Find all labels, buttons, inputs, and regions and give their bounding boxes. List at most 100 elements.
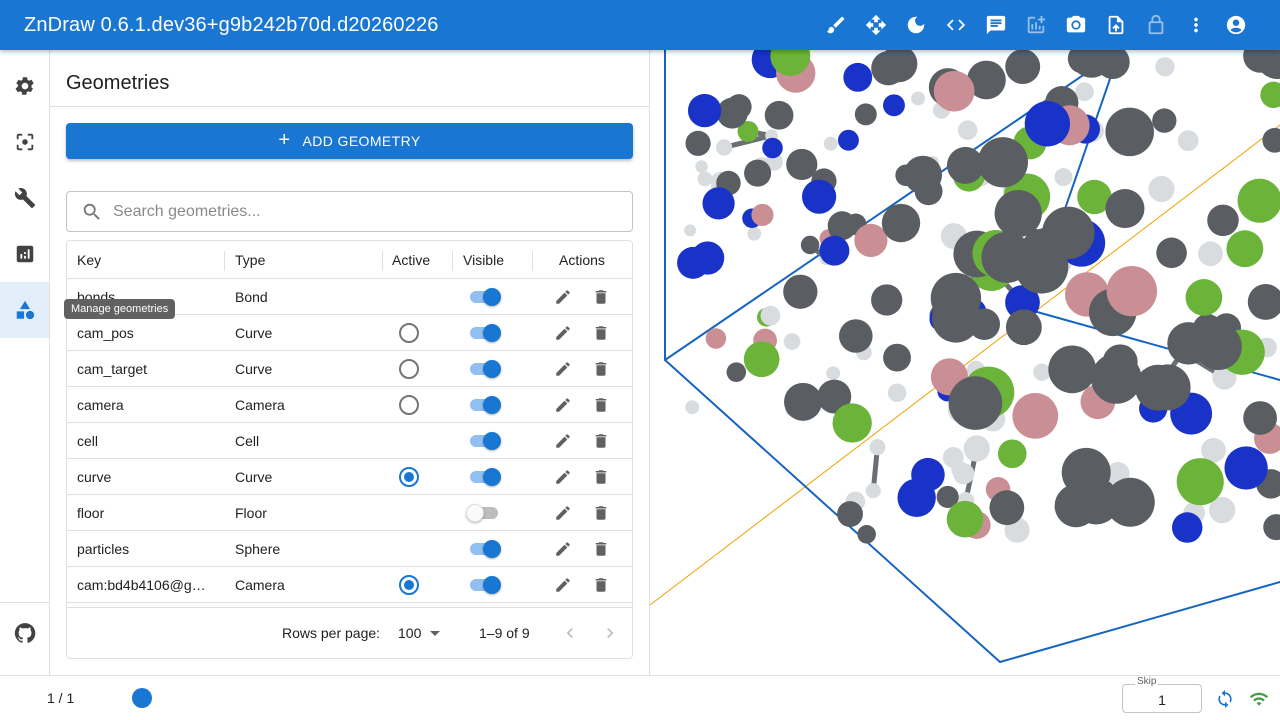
sync-icon[interactable] — [1215, 689, 1235, 709]
row-key: particles — [77, 541, 130, 557]
column-separator[interactable] — [532, 251, 533, 271]
visible-toggle[interactable] — [469, 324, 501, 342]
visible-toggle[interactable] — [469, 360, 501, 378]
edit-icon[interactable] — [554, 432, 572, 450]
dark-mode-icon[interactable] — [896, 5, 936, 45]
analytics-icon[interactable] — [0, 226, 49, 282]
atom — [839, 319, 873, 353]
delete-icon[interactable] — [592, 432, 610, 450]
brush-icon[interactable] — [816, 5, 856, 45]
edit-icon[interactable] — [554, 504, 572, 522]
atom — [881, 203, 921, 243]
delete-icon[interactable] — [592, 324, 610, 342]
visible-toggle[interactable] — [466, 504, 499, 522]
visible-toggle[interactable] — [469, 468, 501, 486]
move-icon[interactable] — [856, 5, 896, 45]
delete-icon[interactable] — [592, 360, 610, 378]
atom — [963, 435, 990, 462]
table-row[interactable]: particles Sphere — [67, 531, 632, 567]
table-row[interactable]: cam_pos Curve — [67, 315, 632, 351]
visible-toggle[interactable] — [469, 540, 501, 558]
atom — [1156, 237, 1187, 269]
app-title: ZnDraw 0.6.1.dev36+g9b242b70d.d20260226 — [24, 13, 439, 36]
table-row[interactable]: floor Floor — [67, 495, 632, 531]
atom — [1054, 168, 1073, 187]
account-icon[interactable] — [1216, 5, 1256, 45]
active-radio[interactable] — [399, 467, 419, 487]
table-row[interactable]: cell Cell — [67, 423, 632, 459]
camera-icon[interactable] — [1056, 5, 1096, 45]
atom — [857, 525, 876, 544]
center-focus-icon[interactable] — [0, 114, 49, 170]
visible-toggle[interactable] — [469, 432, 501, 450]
atom — [1012, 393, 1059, 439]
edit-icon[interactable] — [554, 288, 572, 306]
upload-icon[interactable] — [1096, 5, 1136, 45]
atom — [897, 478, 936, 517]
table-row[interactable]: cam_target Curve — [67, 351, 632, 387]
delete-icon[interactable] — [592, 576, 610, 594]
table-row[interactable]: camera Camera — [67, 387, 632, 423]
visible-toggle[interactable] — [469, 576, 501, 594]
github-icon[interactable] — [0, 605, 49, 661]
column-actions: Actions — [559, 252, 605, 268]
edit-icon[interactable] — [554, 468, 572, 486]
rows-per-page-select[interactable]: 100 — [398, 625, 441, 641]
edit-icon[interactable] — [554, 576, 572, 594]
edit-icon[interactable] — [554, 540, 572, 558]
molecule-scene[interactable] — [650, 50, 1280, 675]
page-range: 1–9 of 9 — [479, 625, 530, 641]
delete-icon[interactable] — [592, 468, 610, 486]
row-key: camera — [77, 397, 124, 413]
add-geometry-button[interactable]: + ADD GEOMETRY — [66, 123, 633, 159]
active-radio[interactable] — [399, 575, 419, 595]
table-row[interactable]: curve Curve — [67, 459, 632, 495]
delete-icon[interactable] — [592, 504, 610, 522]
atom — [1024, 101, 1071, 147]
settings-icon[interactable] — [0, 58, 49, 114]
row-key: cam:bd4b4106@g… — [77, 577, 206, 593]
column-separator[interactable] — [224, 251, 225, 271]
table-row[interactable]: cam:bd4b4106@g… Camera — [67, 567, 632, 603]
atom — [684, 224, 697, 237]
panel-divider — [50, 106, 650, 107]
geometries-icon[interactable] — [0, 282, 49, 338]
row-key: cam_target — [77, 361, 148, 377]
delete-icon[interactable] — [592, 288, 610, 306]
atom — [685, 130, 711, 156]
column-visible[interactable]: Visible — [463, 241, 504, 279]
atom — [832, 403, 872, 443]
rows-per-page-value: 100 — [398, 625, 422, 641]
code-icon[interactable] — [936, 5, 976, 45]
skip-input[interactable]: 1 — [1122, 684, 1202, 713]
column-separator[interactable] — [452, 251, 453, 271]
active-radio[interactable] — [399, 359, 419, 379]
search-input[interactable] — [113, 202, 613, 221]
more-vert-icon[interactable] — [1176, 5, 1216, 45]
prev-page-button[interactable] — [558, 621, 582, 645]
edit-icon[interactable] — [554, 396, 572, 414]
atom — [687, 93, 722, 128]
column-separator[interactable] — [382, 251, 383, 271]
molecule-viewer[interactable] — [650, 50, 1280, 675]
lock-icon[interactable] — [1136, 5, 1176, 45]
edit-icon[interactable] — [554, 360, 572, 378]
geometries-panel: Geometries + ADD GEOMETRY Key Type Activ… — [50, 50, 650, 675]
column-key[interactable]: Key — [77, 241, 101, 279]
active-radio[interactable] — [399, 395, 419, 415]
edit-icon[interactable] — [554, 324, 572, 342]
delete-icon[interactable] — [592, 396, 610, 414]
atom — [801, 179, 837, 214]
column-type[interactable]: Type — [235, 241, 265, 279]
atom — [837, 501, 863, 528]
column-active[interactable]: Active — [392, 241, 430, 279]
delete-icon[interactable] — [592, 540, 610, 558]
add-chart-icon[interactable] — [1016, 5, 1056, 45]
next-page-button[interactable] — [598, 621, 622, 645]
wrench-icon[interactable] — [0, 170, 49, 226]
active-radio[interactable] — [399, 323, 419, 343]
chat-icon[interactable] — [976, 5, 1016, 45]
visible-toggle[interactable] — [469, 288, 501, 306]
frame-slider[interactable] — [132, 688, 152, 708]
visible-toggle[interactable] — [469, 396, 501, 414]
